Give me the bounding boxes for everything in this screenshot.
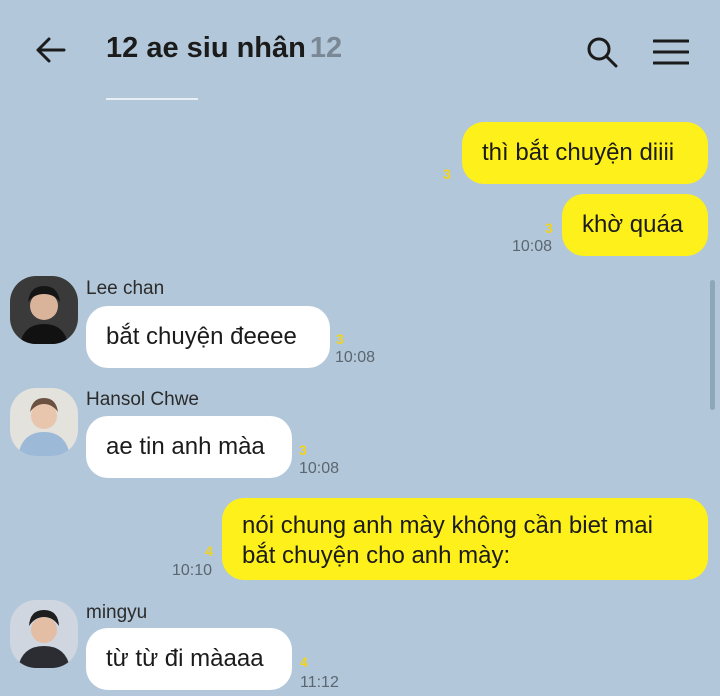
- message-time: 10:08: [299, 460, 340, 477]
- my-message-bubble[interactable]: khờ quáa: [562, 194, 708, 256]
- avatar-image: [10, 276, 78, 344]
- unread-count: 3: [545, 220, 553, 236]
- message-text: từ từ đi màaaa: [106, 645, 264, 672]
- message-bubble[interactable]: ae tin anh màa: [86, 416, 292, 478]
- message-bubble[interactable]: bắt chuyện đeeee: [86, 306, 330, 368]
- message-text: bắt chuyện đeeee: [106, 323, 297, 350]
- chat-title: 12 ae siu nhân 12: [106, 32, 342, 65]
- message-bubble[interactable]: từ từ đi màaaa: [86, 628, 292, 690]
- unread-count: 4: [300, 654, 308, 670]
- message-text-line: nói chung anh mày không cần biet mai: [242, 512, 653, 539]
- menu-button[interactable]: [648, 30, 694, 74]
- arrow-left-icon: [36, 37, 66, 63]
- sender-name: Lee chan: [86, 278, 165, 299]
- search-icon: [587, 37, 618, 68]
- sender-name: Hansol Chwe: [86, 389, 199, 410]
- avatar-image: [10, 600, 78, 668]
- member-count: 12: [309, 32, 343, 64]
- hamburger-menu-icon: [653, 39, 689, 65]
- unread-count: 4: [205, 543, 213, 559]
- message-time: 10:10: [172, 562, 213, 579]
- message-text: ae tin anh màa: [106, 433, 265, 460]
- chat-scrollbar[interactable]: [710, 280, 715, 410]
- my-message-bubble[interactable]: nói chung anh mày không cần biet mai bắt…: [222, 498, 708, 580]
- search-button[interactable]: [580, 30, 624, 74]
- header-divider: [106, 98, 198, 100]
- avatar-lee-chan[interactable]: [10, 276, 78, 344]
- sender-name: mingyu: [86, 602, 148, 623]
- message-text: thì bắt chuyện diiii: [482, 139, 675, 166]
- my-message-bubble[interactable]: thì bắt chuyện diiii: [462, 122, 708, 184]
- message-text-line: bắt chuyện cho anh mày:: [242, 542, 511, 569]
- message-time: 10:08: [335, 349, 376, 366]
- message-time: 10:08: [512, 238, 553, 255]
- avatar-mingyu[interactable]: [10, 600, 78, 668]
- message-text: khờ quáa: [582, 211, 684, 238]
- unread-count: 3: [299, 442, 307, 458]
- back-button[interactable]: [28, 28, 72, 72]
- unread-count: 3: [443, 166, 451, 182]
- message-time: 11:12: [300, 674, 339, 691]
- chat-title-text: 12 ae siu nhân: [106, 32, 306, 64]
- avatar-hansol-chwe[interactable]: [10, 388, 78, 456]
- chat-header: 12 ae siu nhân 12: [0, 0, 720, 100]
- unread-count: 3: [336, 331, 344, 347]
- avatar-image: [10, 388, 78, 456]
